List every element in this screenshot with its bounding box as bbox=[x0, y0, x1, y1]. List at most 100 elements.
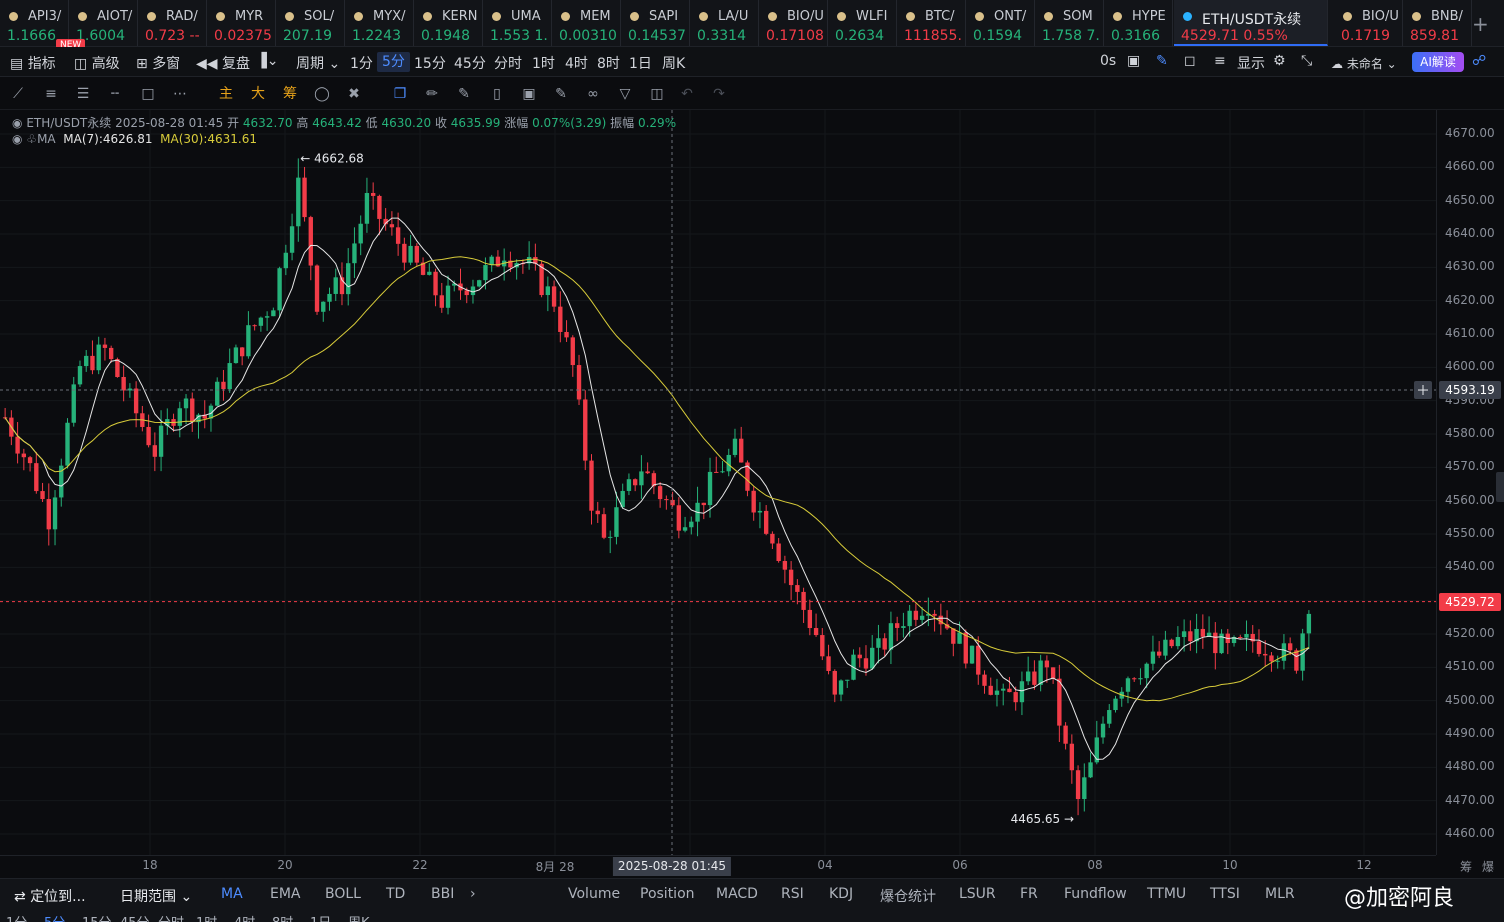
candle[interactable] bbox=[420, 257, 426, 276]
interval-tab[interactable]: 1日 bbox=[310, 912, 331, 922]
indicators-button[interactable]: ▤ 指标 bbox=[10, 53, 56, 73]
price-chart[interactable]: ← 4662.68 4465.65 → bbox=[0, 110, 1436, 855]
candle[interactable] bbox=[951, 628, 956, 657]
ticker-tab[interactable]: WLFI 0.2634 bbox=[828, 0, 897, 46]
candle[interactable] bbox=[682, 516, 688, 533]
candle[interactable] bbox=[1206, 616, 1212, 637]
ai-read-button[interactable]: AI解读 bbox=[1412, 52, 1464, 72]
candle[interactable] bbox=[938, 603, 944, 635]
line-tool-icon[interactable]: ⟋ bbox=[8, 84, 28, 104]
indicator-tab[interactable]: BBI bbox=[431, 886, 454, 902]
eye-icon[interactable]: ◉ bbox=[12, 116, 22, 130]
candle[interactable] bbox=[932, 609, 937, 632]
interval-tab[interactable]: 5分 bbox=[377, 52, 410, 72]
candle[interactable] bbox=[813, 613, 819, 637]
trash-icon[interactable]: ◫ bbox=[647, 84, 667, 104]
fullscreen-icon[interactable]: ⤡ bbox=[1301, 53, 1312, 69]
indicator-tab[interactable]: EMA bbox=[270, 886, 301, 902]
candle[interactable] bbox=[215, 377, 220, 407]
candle[interactable] bbox=[1156, 641, 1162, 659]
candle[interactable] bbox=[283, 244, 289, 276]
candle[interactable] bbox=[832, 669, 837, 703]
candle[interactable] bbox=[1107, 704, 1112, 728]
candle[interactable] bbox=[190, 392, 195, 432]
candle[interactable] bbox=[732, 428, 738, 458]
interval-tab[interactable]: 5分 bbox=[44, 912, 65, 922]
locate-button[interactable]: ⇄ 定位到... bbox=[14, 886, 86, 906]
candle[interactable] bbox=[252, 324, 257, 331]
candle[interactable] bbox=[183, 394, 189, 425]
candle[interactable] bbox=[894, 616, 900, 642]
candle[interactable] bbox=[339, 262, 345, 306]
interval-tab[interactable]: 8时 bbox=[597, 53, 620, 73]
candle[interactable] bbox=[651, 470, 657, 495]
candle[interactable] bbox=[165, 408, 170, 435]
chips-button[interactable]: 筹 bbox=[280, 84, 300, 104]
template-icon[interactable]: ✎ bbox=[551, 84, 571, 104]
candle[interactable] bbox=[296, 158, 301, 242]
candle[interactable] bbox=[264, 311, 270, 331]
candle[interactable] bbox=[327, 287, 332, 311]
ticker-tab[interactable]: BIO/U 0.17108 bbox=[759, 0, 828, 46]
interval-tab[interactable]: 4时 bbox=[234, 912, 255, 922]
candle[interactable] bbox=[233, 344, 239, 364]
candle[interactable] bbox=[1119, 687, 1124, 707]
candle[interactable] bbox=[670, 491, 675, 507]
candle[interactable] bbox=[913, 603, 919, 627]
candle[interactable] bbox=[1125, 676, 1131, 704]
candle[interactable] bbox=[576, 354, 582, 406]
candle[interactable] bbox=[346, 248, 351, 306]
candle[interactable] bbox=[863, 645, 869, 676]
pencil-icon[interactable]: ✎ bbox=[1156, 53, 1168, 69]
price-axis[interactable]: 4670.00 4660.00 4650.00 4640.00 4630.00 4620.… bbox=[1436, 110, 1504, 855]
list-icon[interactable]: ≡ bbox=[1214, 53, 1226, 69]
sub-indicator-tab[interactable]: KDJ bbox=[829, 886, 853, 902]
magnet-icon[interactable]: ◯ bbox=[312, 84, 332, 104]
candle[interactable] bbox=[994, 678, 1000, 707]
candle[interactable] bbox=[1306, 610, 1312, 650]
interval-tab[interactable]: 分时 bbox=[158, 912, 184, 922]
candle[interactable] bbox=[701, 502, 706, 520]
candle[interactable] bbox=[1050, 667, 1056, 684]
copy-icon[interactable]: ❐ bbox=[390, 84, 410, 104]
candle[interactable] bbox=[458, 268, 463, 300]
candle[interactable] bbox=[102, 337, 108, 361]
share-icon[interactable]: ☍ bbox=[1472, 53, 1486, 69]
candle[interactable] bbox=[52, 490, 58, 546]
side-panel-handle[interactable] bbox=[1496, 472, 1504, 502]
candle[interactable] bbox=[763, 505, 769, 536]
chips-axis-label[interactable]: 筹 bbox=[1460, 858, 1472, 875]
candle[interactable] bbox=[570, 335, 575, 377]
unnamed-layout-dropdown[interactable]: ☁ 未命名 ⌄ bbox=[1331, 55, 1397, 72]
add-tab-icon[interactable]: + bbox=[1472, 12, 1489, 36]
candle[interactable] bbox=[121, 365, 126, 402]
candle[interactable] bbox=[1213, 622, 1218, 670]
candle[interactable] bbox=[308, 215, 313, 281]
crosshair-plus-icon[interactable] bbox=[1414, 381, 1432, 400]
sub-indicator-tab[interactable]: MACD bbox=[716, 886, 758, 902]
sub-indicator-tab[interactable]: MLR bbox=[1265, 886, 1295, 902]
candle[interactable] bbox=[40, 482, 45, 502]
candle[interactable] bbox=[589, 454, 594, 525]
candle[interactable] bbox=[1038, 654, 1043, 692]
candle[interactable] bbox=[888, 611, 894, 665]
candle[interactable] bbox=[1069, 734, 1075, 784]
undo-icon[interactable]: ↶ bbox=[677, 84, 697, 104]
period-dropdown[interactable]: 周期 ⌄ bbox=[296, 53, 340, 73]
candle[interactable] bbox=[221, 369, 226, 401]
interval-tab[interactable]: 1分 bbox=[350, 53, 373, 73]
interval-tab[interactable]: 周K bbox=[348, 912, 370, 922]
candle[interactable] bbox=[140, 405, 145, 432]
candle[interactable] bbox=[501, 248, 507, 281]
candle[interactable] bbox=[551, 280, 557, 312]
candle[interactable] bbox=[1219, 629, 1224, 655]
candle[interactable] bbox=[383, 208, 388, 231]
candle[interactable] bbox=[196, 413, 201, 439]
candle[interactable] bbox=[626, 473, 632, 496]
candle[interactable] bbox=[1194, 613, 1199, 654]
interval-tab[interactable]: 45分 bbox=[454, 53, 486, 73]
interval-tab[interactable]: 4时 bbox=[565, 53, 588, 73]
candle[interactable] bbox=[882, 633, 887, 657]
candle[interactable] bbox=[414, 243, 420, 266]
candle[interactable] bbox=[1032, 660, 1037, 690]
